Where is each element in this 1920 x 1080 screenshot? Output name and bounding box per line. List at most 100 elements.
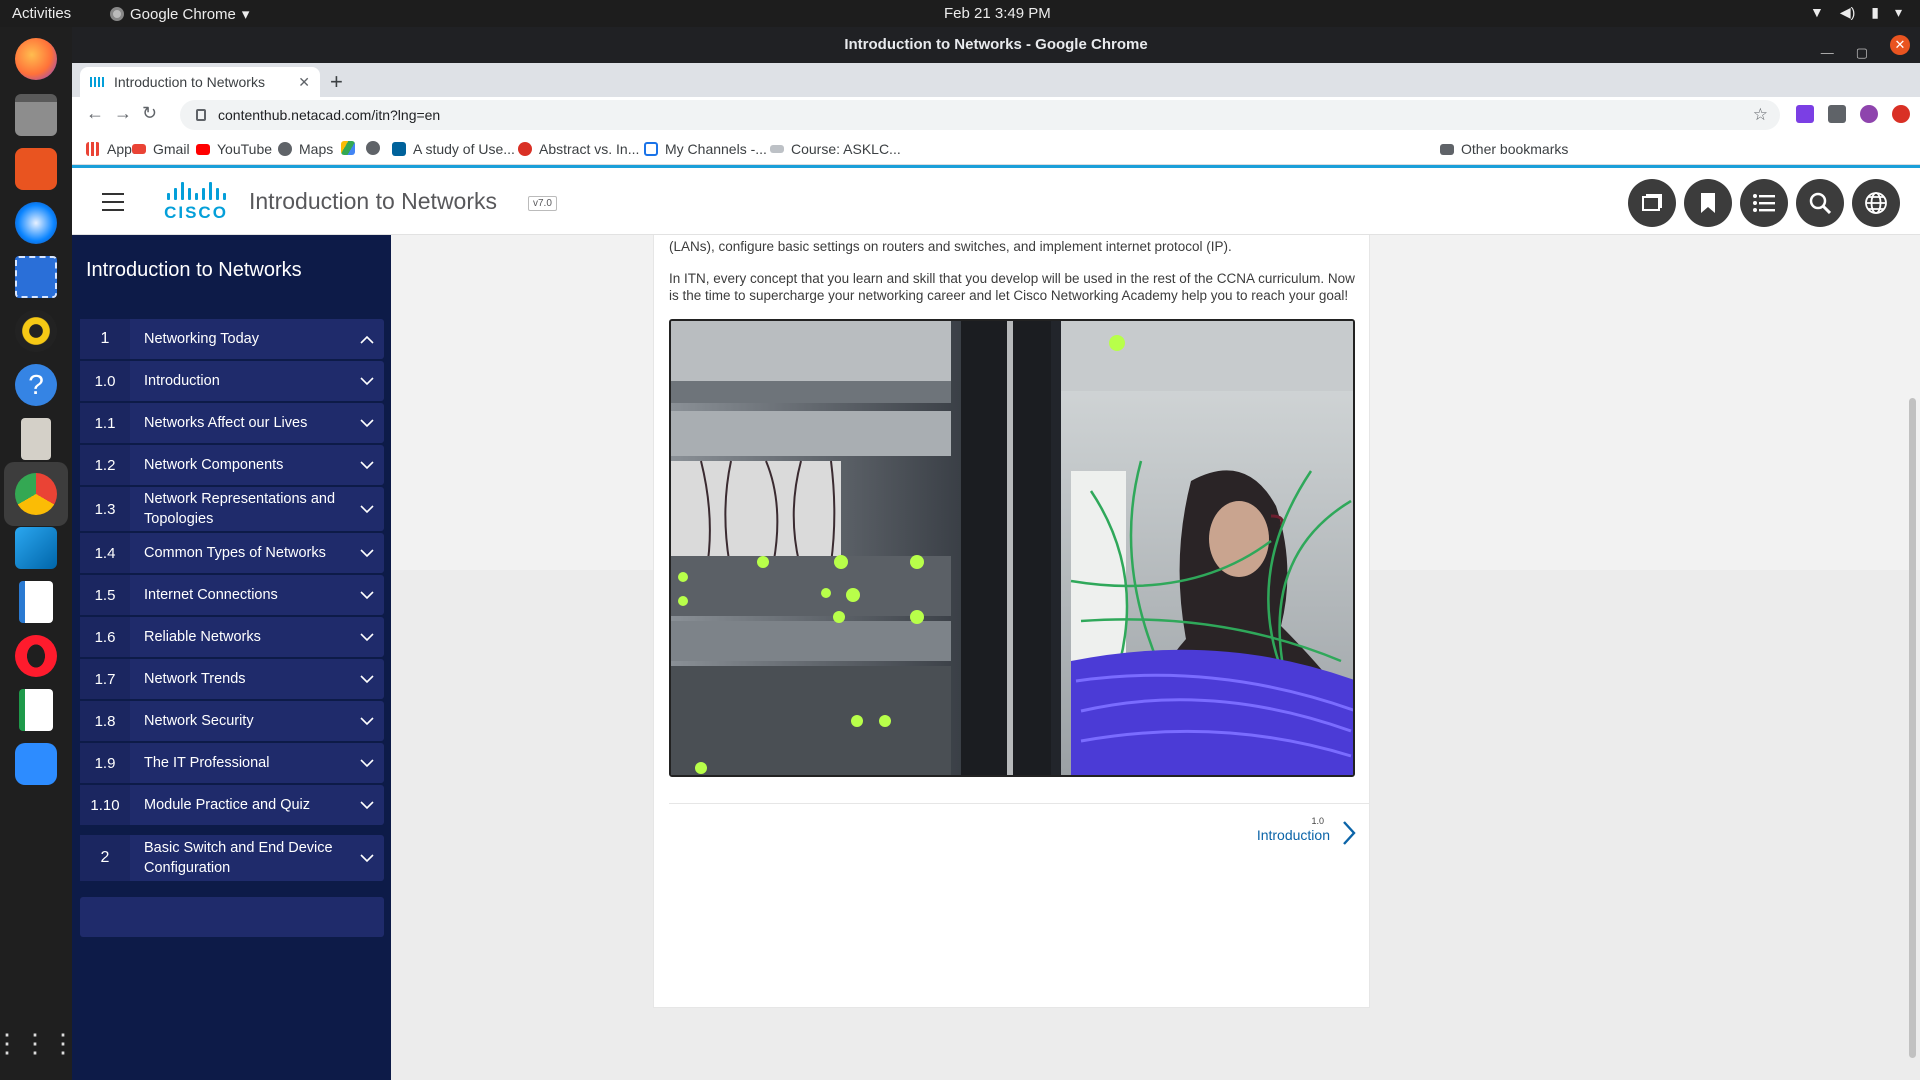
- rhythmbox-icon[interactable]: [12, 307, 60, 355]
- chrome-icon[interactable]: [12, 470, 60, 518]
- hero-photo-server-room: [669, 319, 1355, 777]
- bookmark-globe[interactable]: [366, 141, 380, 155]
- window-title: Introduction to Networks - Google Chrome: [844, 36, 1148, 53]
- help-icon[interactable]: ?: [12, 361, 60, 409]
- chevron-up-icon[interactable]: [350, 335, 384, 344]
- extension-red-icon[interactable]: [1892, 105, 1910, 123]
- intro-paragraph-2: In ITN, every concept that you learn and…: [669, 271, 1355, 303]
- bookmark-youtube[interactable]: YouTube: [196, 141, 272, 157]
- course-title: Introduction to Networks: [249, 188, 498, 214]
- browser-tab[interactable]: Introduction to Networks ✕: [80, 67, 320, 97]
- files-icon[interactable]: [12, 91, 60, 139]
- sidebar-item-1-1[interactable]: 1.1 Networks Affect our Lives: [80, 403, 384, 443]
- sidebar-item-module-1[interactable]: 1 Networking Today: [80, 319, 384, 359]
- chevron-down-icon[interactable]: [350, 590, 384, 600]
- clock[interactable]: Feb 21 3:49 PM: [944, 5, 1051, 22]
- software-center-icon[interactable]: [12, 145, 60, 193]
- chevron-right-icon[interactable]: [1342, 820, 1356, 851]
- sidebar-item-1-4[interactable]: 1.4 Common Types of Networks: [80, 533, 384, 573]
- bookmark-maps[interactable]: Maps: [278, 141, 333, 157]
- globe-icon[interactable]: [1852, 179, 1900, 227]
- cisco-logo[interactable]: CISCO: [160, 182, 232, 222]
- chevron-down-icon[interactable]: [350, 674, 384, 684]
- bookmark-study[interactable]: A study of Use...: [392, 141, 515, 157]
- tab-title: Introduction to Networks: [114, 74, 265, 90]
- vscode-icon[interactable]: [12, 524, 60, 572]
- system-top-bar: Activities Google Chrome ▾ Feb 21 3:49 P…: [0, 0, 1920, 27]
- bookmark-drive[interactable]: [341, 141, 355, 155]
- chevron-down-icon[interactable]: [350, 504, 384, 514]
- chrome-window: Introduction to Networks - Google Chrome…: [72, 27, 1920, 1080]
- opera-icon[interactable]: [12, 632, 60, 680]
- bookmark-gmail[interactable]: Gmail: [132, 141, 190, 157]
- sidebar-item-1-7[interactable]: 1.7 Network Trends: [80, 659, 384, 699]
- window-icon[interactable]: [1628, 179, 1676, 227]
- sidebar-item-1-9[interactable]: 1.9 The IT Professional: [80, 743, 384, 783]
- bookmark-icon[interactable]: [1684, 179, 1732, 227]
- system-tray[interactable]: ▼ ◀) ▮ ▾: [1810, 4, 1902, 21]
- zoom-icon[interactable]: [12, 740, 60, 788]
- show-apps-icon[interactable]: ⋮⋮⋮: [0, 1019, 76, 1067]
- app-menu[interactable]: Google Chrome ▾: [110, 5, 249, 23]
- close-tab-icon[interactable]: ✕: [298, 74, 310, 91]
- sidebar-item-1-10[interactable]: 1.10 Module Practice and Quiz: [80, 785, 384, 825]
- gmail-icon: [132, 144, 146, 154]
- thunderbird-icon[interactable]: [12, 199, 60, 247]
- bookmark-apps[interactable]: Apps: [86, 141, 139, 157]
- chevron-down-icon[interactable]: [350, 716, 384, 726]
- chevron-down-icon[interactable]: [350, 853, 384, 863]
- calc-icon[interactable]: [12, 686, 60, 734]
- window-title-bar[interactable]: Introduction to Networks - Google Chrome…: [72, 27, 1920, 63]
- writer-icon[interactable]: [12, 578, 60, 626]
- sidebar-item-1-3[interactable]: 1.3 Network Representations and Topologi…: [80, 487, 384, 531]
- bookmark-channels[interactable]: My Channels -...: [644, 141, 767, 157]
- archive-icon[interactable]: [12, 415, 60, 463]
- forward-icon[interactable]: →: [114, 103, 132, 124]
- chevron-down-icon[interactable]: [350, 632, 384, 642]
- search-icon[interactable]: [1796, 179, 1844, 227]
- address-bar[interactable]: contenthub.netacad.com/itn?lng=en ☆: [180, 100, 1780, 130]
- sidebar-item-1-6[interactable]: 1.6 Reliable Networks: [80, 617, 384, 657]
- youtube-icon: [196, 143, 210, 155]
- puzzle-icon[interactable]: [1828, 105, 1846, 123]
- sidebar-item-1-2[interactable]: 1.2 Network Components: [80, 445, 384, 485]
- apps-grid-icon: [86, 142, 100, 156]
- content-divider: [669, 803, 1369, 804]
- sidebar-item-1-5[interactable]: 1.5 Internet Connections: [80, 575, 384, 615]
- sidebar-item-1-8[interactable]: 1.8 Network Security: [80, 701, 384, 741]
- hamburger-menu-icon[interactable]: [102, 193, 124, 211]
- activities-button[interactable]: Activities: [12, 5, 71, 22]
- firefox-icon[interactable]: [12, 35, 60, 83]
- page-scrollbar[interactable]: [1909, 398, 1916, 1058]
- bookmark-star-icon[interactable]: ☆: [1753, 105, 1768, 125]
- chevron-down-icon[interactable]: [350, 418, 384, 428]
- sidebar-item-1-0[interactable]: 1.0 Introduction: [80, 361, 384, 401]
- next-section-label[interactable]: Introduction: [1257, 827, 1330, 843]
- ieee-icon: [392, 142, 406, 156]
- globe-icon: [366, 141, 380, 155]
- chevron-down-icon[interactable]: [350, 800, 384, 810]
- url-text[interactable]: contenthub.netacad.com/itn?lng=en: [218, 107, 440, 123]
- chevron-down-icon[interactable]: [350, 460, 384, 470]
- sidebar-item-partial[interactable]: [80, 897, 384, 937]
- screenshot-icon[interactable]: [12, 253, 60, 301]
- back-icon[interactable]: ←: [86, 103, 104, 124]
- profile-avatar-icon[interactable]: [1860, 105, 1878, 123]
- bookmark-abstract[interactable]: Abstract vs. In...: [518, 141, 639, 157]
- close-icon[interactable]: ✕: [1890, 35, 1910, 55]
- sidebar-item-module-2[interactable]: 2 Basic Switch and End Device Configurat…: [80, 835, 384, 881]
- chevron-down-icon[interactable]: [350, 548, 384, 558]
- bookmark-course[interactable]: Course: ASKLC...: [770, 141, 901, 157]
- next-section-link[interactable]: 1.0 Introduction: [1252, 816, 1362, 850]
- chevron-down-icon[interactable]: [350, 758, 384, 768]
- list-icon[interactable]: [1740, 179, 1788, 227]
- chevron-down-icon[interactable]: [350, 376, 384, 386]
- reload-icon[interactable]: ↻: [142, 103, 157, 124]
- extensions-area: [1796, 105, 1910, 123]
- site-header: CISCO Introduction to Networks v7.0: [72, 168, 1920, 235]
- extension-k-icon[interactable]: [1796, 105, 1814, 123]
- new-tab-icon[interactable]: +: [330, 69, 343, 95]
- lock-icon[interactable]: [196, 109, 206, 121]
- other-bookmarks[interactable]: Other bookmarks: [1440, 141, 1568, 157]
- wifi-icon: ▼: [1809, 4, 1824, 20]
